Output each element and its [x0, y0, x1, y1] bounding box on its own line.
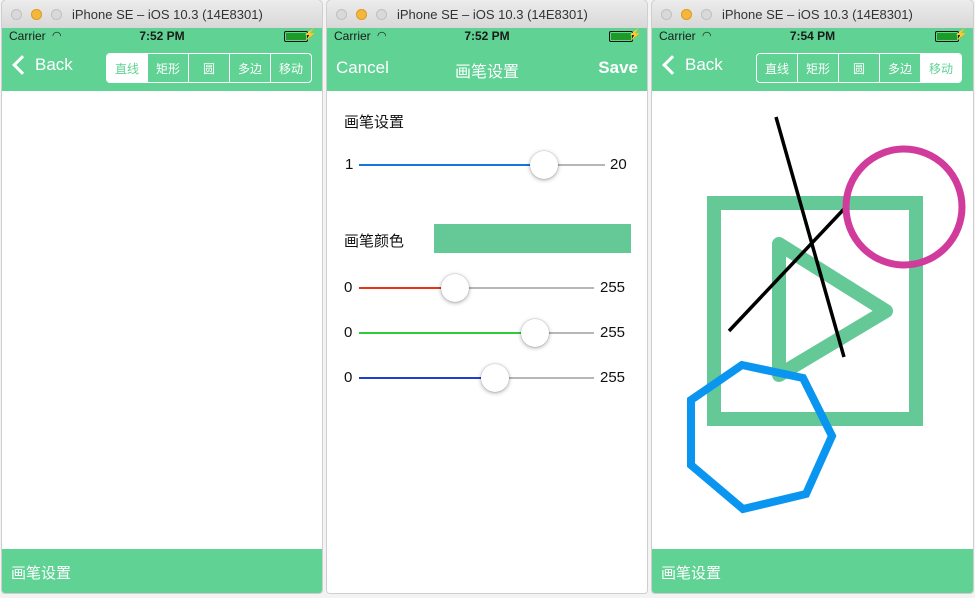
- charging-bolt-icon: ⚡: [954, 29, 968, 41]
- brush-color-swatch: [434, 224, 631, 253]
- brush-settings-label: 画笔设置: [11, 564, 72, 582]
- shape-segmented-control: 直线 矩形 圆 多边 移动: [106, 53, 312, 83]
- red-slider-thumb[interactable]: [441, 274, 470, 302]
- window-title: iPhone SE – iOS 10.3 (14E8301): [72, 7, 263, 22]
- blue-min-label: 0: [344, 369, 353, 386]
- width-min-label: 1: [345, 156, 354, 173]
- chevron-left-icon: [12, 55, 32, 75]
- back-label: Back: [35, 55, 73, 74]
- status-time: 7:54 PM: [789, 29, 836, 43]
- window-titlebar: iPhone SE – iOS 10.3 (14E8301): [2, 0, 322, 29]
- drawn-polygon[interactable]: [687, 360, 837, 514]
- charging-bolt-icon: ⚡: [303, 29, 317, 41]
- brush-width-slider[interactable]: 1 20: [327, 150, 647, 180]
- back-button[interactable]: Back: [11, 55, 73, 75]
- green-min-label: 0: [344, 324, 353, 341]
- blue-max-label: 255: [600, 369, 626, 386]
- segment-rect[interactable]: 矩形: [147, 54, 188, 82]
- window-titlebar: iPhone SE – iOS 10.3 (14E8301): [327, 0, 647, 29]
- red-slider[interactable]: 0 255: [327, 273, 647, 303]
- segment-rect[interactable]: 矩形: [797, 54, 838, 82]
- status-time: 7:52 PM: [139, 29, 185, 43]
- close-window-button[interactable]: [661, 9, 672, 20]
- settings-panel: 画笔设置 1 20 画笔颜色 0 255 0 255 0 255: [327, 91, 647, 593]
- charging-bolt-icon: ⚡: [628, 29, 642, 41]
- segment-move[interactable]: 移动: [920, 54, 961, 82]
- window-title: iPhone SE – iOS 10.3 (14E8301): [722, 7, 913, 22]
- status-bar: Carrier ◠ 7:54 PM ⚡: [652, 28, 973, 45]
- red-min-label: 0: [344, 279, 353, 296]
- green-slider[interactable]: 0 255: [327, 318, 647, 348]
- segment-polygon[interactable]: 多边: [229, 54, 270, 82]
- simulator-window-3: iPhone SE – iOS 10.3 (14E8301) Carrier ◠…: [652, 0, 973, 593]
- red-max-label: 255: [600, 279, 626, 296]
- segment-circle[interactable]: 圆: [188, 54, 229, 82]
- status-time: 7:52 PM: [464, 29, 510, 43]
- drawn-line-1[interactable]: [774, 116, 846, 358]
- simulator-window-1: iPhone SE – iOS 10.3 (14E8301) Carrier ◠…: [2, 0, 322, 593]
- shape-segmented-control: 直线 矩形 圆 多边 移动: [756, 53, 962, 83]
- blue-slider-fill: [359, 377, 496, 379]
- brush-settings-button[interactable]: 画笔设置: [2, 549, 322, 593]
- window-title: iPhone SE – iOS 10.3 (14E8301): [397, 7, 588, 22]
- minimize-window-button[interactable]: [356, 9, 367, 20]
- brush-settings-label: 画笔设置: [661, 564, 722, 582]
- window-titlebar: iPhone SE – iOS 10.3 (14E8301): [652, 0, 973, 29]
- width-slider-track: [359, 151, 605, 179]
- blue-slider-track: [359, 364, 594, 392]
- brush-width-heading: 画笔设置: [344, 113, 405, 131]
- save-button[interactable]: Save: [598, 58, 638, 78]
- segment-line[interactable]: 直线: [757, 54, 797, 82]
- minimize-window-button[interactable]: [681, 9, 692, 20]
- width-slider-fill: [359, 164, 544, 166]
- segment-polygon[interactable]: 多边: [879, 54, 920, 82]
- drawing-canvas[interactable]: [652, 91, 973, 549]
- drawing-canvas[interactable]: [2, 91, 322, 549]
- navigation-bar: Back 直线 矩形 圆 多边 移动: [2, 45, 322, 91]
- drawing-svg: [687, 116, 966, 514]
- segment-line[interactable]: 直线: [107, 54, 147, 82]
- navigation-bar: Cancel 画笔设置 Save: [327, 45, 647, 91]
- blue-slider[interactable]: 0 255: [327, 363, 647, 393]
- navigation-bar: Back 直线 矩形 圆 多边 移动: [652, 45, 973, 91]
- green-slider-fill: [359, 332, 536, 334]
- width-slider-thumb[interactable]: [529, 151, 558, 179]
- chevron-left-icon: [662, 55, 682, 75]
- green-max-label: 255: [600, 324, 626, 341]
- zoom-window-button[interactable]: [51, 9, 62, 20]
- brush-settings-button[interactable]: 画笔设置: [652, 549, 973, 593]
- zoom-window-button[interactable]: [376, 9, 387, 20]
- brush-color-heading: 画笔颜色: [344, 232, 405, 250]
- back-label: Back: [685, 55, 723, 74]
- segment-circle[interactable]: 圆: [838, 54, 879, 82]
- close-window-button[interactable]: [11, 9, 22, 20]
- blue-slider-thumb[interactable]: [481, 364, 510, 392]
- close-window-button[interactable]: [336, 9, 347, 20]
- green-slider-track: [359, 319, 594, 347]
- status-bar: Carrier ◠ 7:52 PM ⚡: [2, 28, 322, 45]
- segment-move[interactable]: 移动: [270, 54, 311, 82]
- drawn-triangle[interactable]: [772, 237, 893, 382]
- simulator-window-2: iPhone SE – iOS 10.3 (14E8301) Carrier ◠…: [327, 0, 647, 593]
- red-slider-track: [359, 274, 594, 302]
- status-bar: Carrier ◠ 7:52 PM ⚡: [327, 28, 647, 45]
- width-max-label: 20: [610, 156, 627, 173]
- green-slider-thumb[interactable]: [521, 319, 550, 347]
- back-button[interactable]: Back: [661, 55, 723, 75]
- minimize-window-button[interactable]: [31, 9, 42, 20]
- zoom-window-button[interactable]: [701, 9, 712, 20]
